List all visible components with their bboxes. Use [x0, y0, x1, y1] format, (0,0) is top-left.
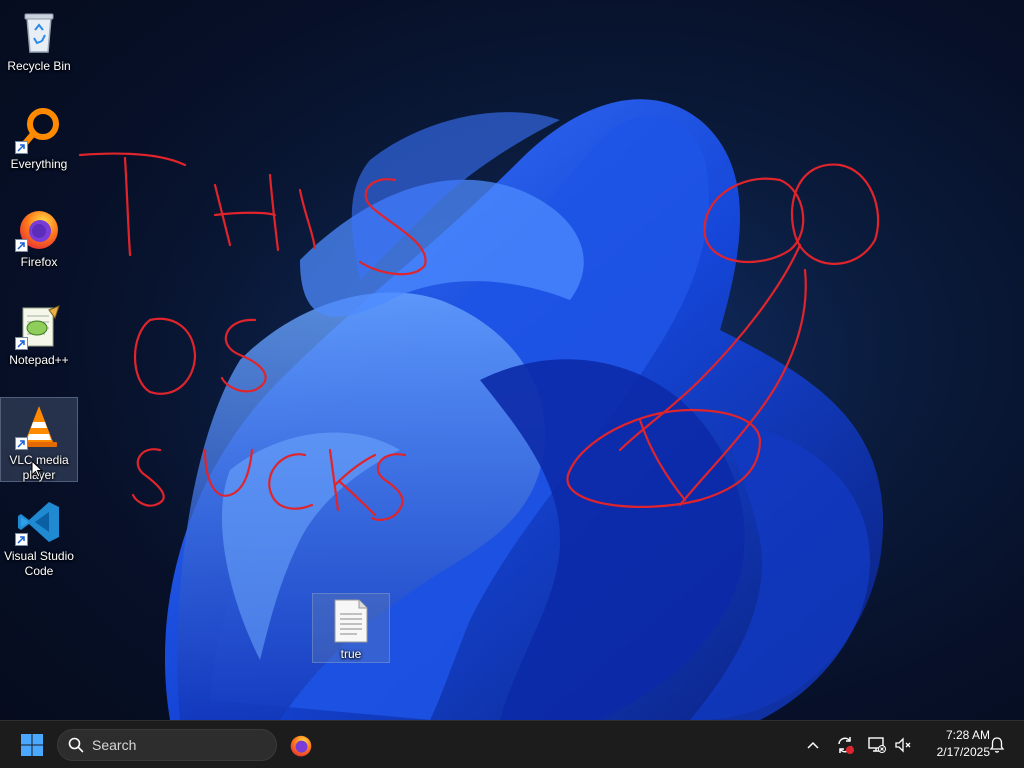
sync-error-icon: [838, 737, 854, 754]
shortcut-arrow-icon: [15, 141, 28, 154]
taskbar-search-box[interactable]: Search: [57, 729, 277, 761]
desktop-icon-true-file[interactable]: true: [312, 593, 390, 663]
network-disconnected-icon: [868, 737, 886, 753]
clock-date: 2/17/2025: [936, 745, 990, 759]
desktop-icon-everything[interactable]: Everything: [0, 102, 78, 184]
shortcut-arrow-icon: [15, 533, 28, 546]
volume-button[interactable]: [892, 731, 914, 759]
desktop-icon-label: Visual Studio Code: [4, 549, 74, 578]
notepad-plus-plus-icon: [15, 302, 63, 350]
clock-time: 7:28 AM: [945, 728, 990, 742]
mouse-pointer-icon: [31, 460, 43, 478]
show-hidden-icons-button[interactable]: [802, 731, 824, 759]
search-icon: [68, 737, 84, 753]
sync-status-button[interactable]: [832, 731, 858, 759]
firefox-icon: [15, 204, 63, 252]
desktop-icon-recycle-bin[interactable]: Recycle Bin: [0, 4, 78, 86]
desktop-icon-label: Everything: [10, 157, 68, 171]
shortcut-arrow-icon: [15, 437, 28, 450]
firefox-icon: [290, 735, 312, 757]
volume-muted-icon: [895, 737, 911, 753]
search-placeholder: Search: [92, 737, 137, 753]
chevron-up-icon: [807, 741, 819, 749]
desktop-icon-label: Recycle Bin: [7, 59, 71, 73]
text-file-icon: [331, 598, 371, 644]
system-clock[interactable]: 7:28 AM 2/17/2025: [918, 727, 990, 761]
notifications-button[interactable]: [984, 731, 1010, 759]
shortcut-arrow-icon: [15, 239, 28, 252]
recycle-bin-icon: [15, 8, 63, 56]
start-button[interactable]: [14, 729, 50, 761]
taskbar-firefox-button[interactable]: [284, 729, 318, 761]
vlc-icon: [15, 402, 63, 450]
vscode-icon: [15, 498, 63, 546]
desktop-icon-label: Firefox: [20, 255, 58, 269]
taskbar: Search 7:28 AM 2/17/2025: [0, 720, 1024, 768]
bell-icon: [989, 737, 1005, 753]
everything-search-icon: [15, 106, 63, 154]
desktop-icon-vscode[interactable]: Visual Studio Code: [0, 494, 78, 584]
windows-logo-icon: [21, 734, 43, 756]
wallpaper: [100, 90, 940, 720]
network-status-button[interactable]: [864, 731, 890, 759]
desktop-icon-firefox[interactable]: Firefox: [0, 200, 78, 282]
desktop-icon-label: true: [340, 647, 362, 661]
shortcut-arrow-icon: [15, 337, 28, 350]
desktop-icon-notepad-plus-plus[interactable]: Notepad++: [0, 298, 78, 380]
desktop-icon-label: Notepad++: [9, 353, 69, 367]
